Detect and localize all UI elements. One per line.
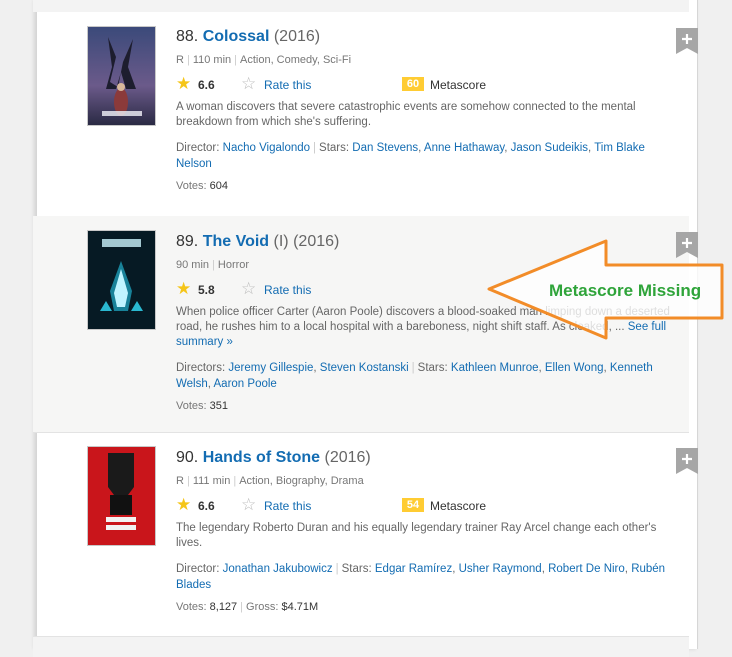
annotation-arrow xyxy=(487,239,724,340)
annotation-label: Metascore Missing xyxy=(549,281,702,300)
